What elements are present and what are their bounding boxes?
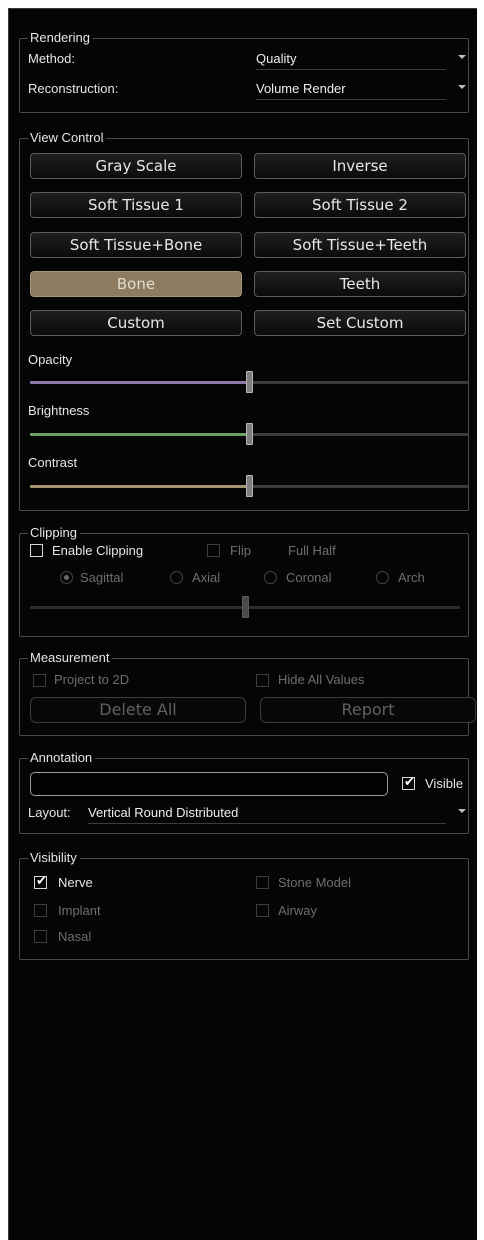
measurement-title: Measurement [28,650,113,666]
contrast-slider-track [249,485,468,488]
sagittal-label: Sagittal [80,570,124,585]
clipping-slider-track [245,606,460,609]
custom-button[interactable]: Custom [30,310,242,336]
opacity-slider-track [249,381,468,384]
checkmark-icon: ✔ [404,775,415,790]
delete-all-button[interactable]: Delete All [30,697,246,723]
arch-label: Arch [398,570,425,585]
brightness-slider[interactable] [30,423,468,445]
clipping-title: Clipping [28,525,80,541]
nerve-label: Nerve [58,875,93,890]
axial-radio[interactable] [170,571,183,584]
layout-label: Layout: [28,805,71,820]
inverse-button[interactable]: Inverse [254,153,466,179]
visible-label: Visible [425,776,464,791]
airway-label: Airway [278,903,318,918]
method-label: Method: [28,51,75,66]
brightness-label: Brightness [28,403,90,418]
flip-checkbox[interactable] [207,544,220,557]
brightness-slider-handle[interactable] [246,423,253,445]
method-dropdown[interactable]: Quality [256,49,466,70]
arch-radio[interactable] [376,571,389,584]
visibility-group: Visibility ✔ Nerve Stone Model Implant A… [19,850,469,960]
visible-checkbox[interactable]: ✔ [402,775,415,790]
bone-button[interactable]: Bone [30,271,242,297]
rendering-title: Rendering [28,30,93,46]
layout-dropdown[interactable]: Vertical Round Distributed [88,803,466,824]
gray-scale-button[interactable]: Gray Scale [30,153,242,179]
coronal-label: Coronal [286,570,332,585]
enable-clipping-label: Enable Clipping [52,543,144,558]
enable-clipping-checkbox[interactable] [30,544,43,557]
full-half-toggle[interactable]: Full Half [288,543,336,558]
report-button[interactable]: Report [260,697,476,723]
soft-tissue-teeth-button[interactable]: Soft Tissue+Teeth [254,232,466,258]
stone-model-checkbox[interactable] [256,876,269,889]
reconstruction-label: Reconstruction: [28,81,119,96]
opacity-slider[interactable] [30,371,468,393]
view-control-title: View Control [28,130,107,146]
view-control-group: View Control Gray Scale Inverse Soft Tis… [19,130,469,511]
hide-all-values-checkbox[interactable] [256,674,269,687]
rendering-group: Rendering Method: Quality Reconstruction… [19,30,469,113]
nasal-label: Nasal [58,929,92,944]
side-panel: Rendering Method: Quality Reconstruction… [8,8,477,1240]
soft-tissue-2-button[interactable]: Soft Tissue 2 [254,192,466,218]
nasal-checkbox[interactable] [34,930,47,943]
soft-tissue-1-button[interactable]: Soft Tissue 1 [30,192,242,218]
reconstruction-dropdown[interactable]: Volume Render [256,79,466,100]
soft-tissue-bone-button[interactable]: Soft Tissue+Bone [30,232,242,258]
contrast-slider[interactable] [30,475,468,497]
opacity-slider-handle[interactable] [246,371,253,393]
annotation-text-input[interactable] [30,772,388,796]
visibility-title: Visibility [28,850,80,866]
contrast-label: Contrast [28,455,78,470]
project-to-2d-checkbox[interactable] [33,674,46,687]
clipping-slider-fill [30,606,245,609]
project-to-2d-label: Project to 2D [54,672,130,687]
hide-all-values-label: Hide All Values [278,672,365,687]
airway-checkbox[interactable] [256,904,269,917]
contrast-slider-fill [30,485,249,488]
checkmark-icon: ✔ [36,874,47,889]
clipping-slider[interactable] [30,596,460,618]
annotation-title: Annotation [28,750,96,766]
layout-value: Vertical Round Distributed [88,805,239,820]
method-value: Quality [256,51,297,66]
implant-checkbox[interactable] [34,904,47,917]
stone-model-label: Stone Model [278,875,351,890]
coronal-radio[interactable] [264,571,277,584]
teeth-button[interactable]: Teeth [254,271,466,297]
chevron-down-icon [458,809,466,813]
clipping-slider-handle[interactable] [242,596,249,618]
sagittal-radio[interactable] [60,571,73,584]
implant-label: Implant [58,903,101,918]
brightness-slider-fill [30,433,249,436]
clipping-group: Clipping Enable Clipping Flip Full Half … [19,525,469,637]
measurement-group: Measurement Project to 2D Hide All Value… [19,650,476,736]
radio-selected-dot [64,575,69,580]
chevron-down-icon [458,85,466,89]
contrast-slider-handle[interactable] [246,475,253,497]
reconstruction-value: Volume Render [256,81,346,96]
axial-label: Axial [192,570,221,585]
opacity-slider-fill [30,381,249,384]
brightness-slider-track [249,433,468,436]
flip-label: Flip [230,543,251,558]
annotation-group: Annotation ✔ Visible Layout: Vertical Ro… [19,750,469,834]
nerve-checkbox[interactable]: ✔ [34,874,47,889]
set-custom-button[interactable]: Set Custom [254,310,466,336]
chevron-down-icon [458,55,466,59]
opacity-label: Opacity [28,352,73,367]
